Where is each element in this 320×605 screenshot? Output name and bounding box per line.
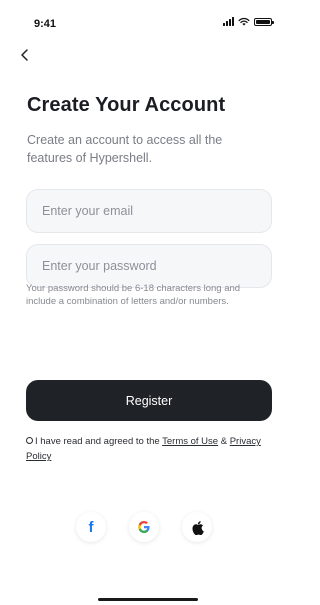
apple-login-button[interactable] [182,512,212,542]
page-subtitle: Create an account to access all the feat… [27,133,223,165]
agree-radio[interactable] [26,437,33,444]
status-icons [223,17,274,26]
terms-agreement: I have read and agreed to the Terms of U… [26,434,272,464]
page-title: Create Your Account [27,94,226,116]
apple-icon [191,520,204,535]
status-bar: 9:41 [0,0,280,38]
facebook-login-button[interactable]: f [76,512,106,542]
terms-of-use-link[interactable]: Terms of Use [162,436,218,447]
status-time: 9:41 [34,18,57,30]
battery-icon [254,17,274,26]
wifi-icon [238,17,250,26]
email-field[interactable] [26,189,272,233]
social-login: f [0,512,280,542]
terms-prefix: I have read and agreed to the [35,436,163,447]
google-login-button[interactable] [129,512,159,542]
password-hint: Your password should be 6-18 characters … [26,283,241,307]
home-indicator [98,598,198,601]
register-button[interactable]: Register [26,380,272,421]
cellular-signal-icon [223,17,234,26]
back-chevron-icon[interactable] [16,46,34,64]
terms-separator: & [218,436,230,447]
google-icon [138,520,150,533]
facebook-icon: f [88,518,94,536]
